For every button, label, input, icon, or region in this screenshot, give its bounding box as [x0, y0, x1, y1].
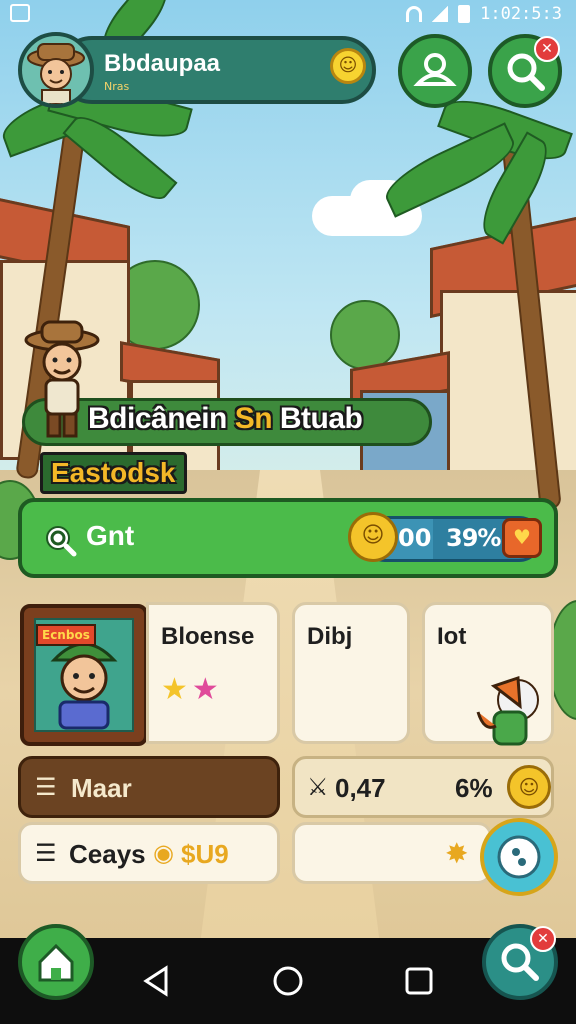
search-progress-bar[interactable]: Gnt ☺ 00 39% ♥ — [18, 498, 558, 578]
character-portrait[interactable]: Ecnbos — [20, 604, 148, 746]
splash-icon: ✸ — [445, 837, 469, 870]
coin-icon: ☺ — [507, 765, 551, 809]
card-label: Dibj — [307, 623, 353, 650]
row-label: Maar — [71, 773, 132, 803]
subtitle-banner: Eastodsk — [40, 452, 187, 494]
row-value: $U9 — [181, 839, 229, 869]
smiley-icon[interactable]: ☺ — [330, 48, 366, 84]
status-time: 1:02:5:3 — [480, 4, 562, 24]
stat-percent: 6% — [455, 773, 493, 803]
progress-percent: 39% — [446, 524, 501, 552]
player-profile[interactable]: Bbdaupaa Nras ☺ — [18, 32, 376, 108]
heart-icon: ♥ — [513, 525, 531, 549]
player-subtitle: Nras — [104, 80, 130, 93]
notification-badge: ✕ — [534, 36, 560, 62]
coin-icon: ☺ — [348, 512, 398, 562]
search-top-button[interactable]: ✕ — [488, 34, 562, 108]
game-subtitle: Eastodsk — [51, 457, 176, 488]
home-circle-icon[interactable] — [271, 964, 305, 998]
card-dibj[interactable]: Dibj — [292, 602, 410, 744]
card-bloense[interactable]: Bloense ★ ★ — [146, 602, 280, 744]
friends-button[interactable] — [398, 34, 472, 108]
card-label: Bloense — [161, 623, 255, 650]
game-title: Bdicânein Sn Btuab — [88, 402, 363, 436]
battery-icon — [458, 5, 471, 23]
search-icon — [46, 526, 77, 557]
search-fab-button[interactable]: ✕ — [482, 924, 558, 1000]
star-icon: ★ — [161, 672, 188, 707]
player-name: Bbdaupaa — [104, 50, 221, 77]
empty-row[interactable]: ✸ — [292, 822, 492, 884]
action-fab[interactable] — [480, 818, 558, 896]
stats-row[interactable]: ⚔ 0,47 6% ☺ — [292, 756, 554, 818]
chat-icon — [497, 835, 541, 879]
swords-icon: ⚔ — [307, 773, 329, 801]
title-highlight: Sn — [234, 402, 273, 435]
wifi-icon — [406, 6, 423, 22]
fox-mascot-icon — [476, 675, 539, 746]
star-icon: ★ — [191, 672, 219, 707]
portrait-tag: Ecnbos — [36, 624, 96, 646]
heart-button[interactable]: ♥ — [502, 518, 542, 558]
avatar[interactable] — [18, 32, 94, 108]
title-part-b: Btuab — [272, 402, 363, 435]
progress-counter: 00 — [398, 524, 432, 552]
menu-row-ceays[interactable]: ☰ Ceays ◉ $U9 — [18, 822, 280, 884]
distant-tree — [330, 300, 400, 370]
notification-icon — [10, 4, 30, 22]
menu-row-maar[interactable]: ☰ Maar — [18, 756, 280, 818]
rating-stars: ★ ★ — [161, 673, 219, 707]
row-label: Ceays — [69, 839, 146, 869]
title-part-a: Bdicânein — [88, 402, 235, 435]
avatar-face-icon — [27, 43, 85, 104]
stack-icon: ☰ — [35, 839, 57, 867]
list-icon: ☰ — [35, 773, 57, 801]
back-triangle-icon[interactable] — [140, 964, 174, 998]
signal-icon — [432, 6, 449, 22]
search-label: Gnt — [86, 520, 135, 551]
home-button[interactable] — [18, 924, 94, 1000]
stat-value: 0,47 — [335, 773, 386, 803]
status-bar: 1:02:5:3 — [0, 0, 576, 28]
people-icon — [413, 53, 457, 86]
card-label: Iot — [437, 623, 467, 650]
notification-badge: ✕ — [530, 926, 556, 952]
coin-stack-icon: ◉ — [153, 839, 174, 867]
home-icon — [38, 943, 74, 982]
recent-square-icon[interactable] — [402, 964, 436, 998]
